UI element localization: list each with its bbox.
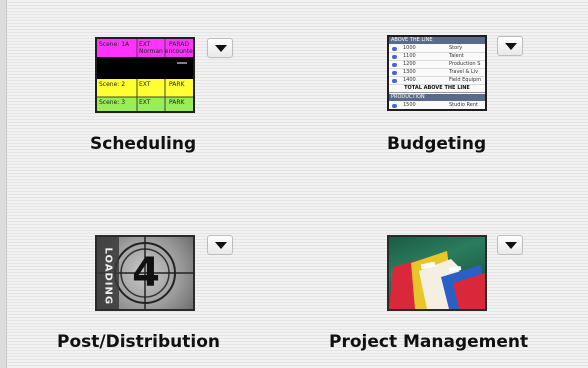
budget-row-bullet-icon <box>392 55 397 59</box>
budget-row-number: 1100 <box>403 53 416 59</box>
strip-location: PARK <box>169 99 185 106</box>
tile-scheduling: Scene: 1A EXT PARAD Norman encounters Sc… <box>75 30 275 170</box>
project-management-thumbnail[interactable] <box>387 235 487 311</box>
schedule-strip-1: Scene: 1A EXT PARAD Norman encounters <box>97 39 193 57</box>
strip-scene-label: Scene: 3 <box>99 99 126 106</box>
budgeting-dropdown-button[interactable] <box>497 36 523 56</box>
budget-row: 1500 Studio Rent <box>389 102 485 109</box>
chevron-down-icon <box>505 43 517 50</box>
budget-section-header: PRODUCTION <box>389 94 485 101</box>
post-distribution-dropdown-button[interactable] <box>207 235 233 255</box>
budget-row-bullet-icon <box>392 63 397 67</box>
scheduling-label[interactable]: Scheduling <box>90 134 196 154</box>
budget-row-number: 1000 <box>403 45 416 51</box>
budget-section-header: ABOVE THE LINE <box>389 37 485 44</box>
budget-row-bullet-icon <box>392 47 397 51</box>
budget-row-bullet-icon <box>392 104 397 108</box>
strip-int-ext: EXT <box>139 41 151 48</box>
loading-text: LOADING <box>102 247 114 306</box>
budget-row: 1200 Production S <box>389 61 485 69</box>
tile-post-distribution: LOADING 4 Post/Distribution <box>55 228 255 368</box>
tile-budgeting: ABOVE THE LINE 1000 Story 1100 Talent 12… <box>365 30 565 170</box>
budget-row-number: 1200 <box>403 61 416 67</box>
chevron-down-icon <box>505 242 517 249</box>
window-left-edge <box>0 0 7 368</box>
budget-row-number: 1400 <box>403 77 416 83</box>
budget-total-row: TOTAL ABOVE THE LINE <box>389 85 485 93</box>
strip-scene-label: Scene: 2 <box>99 81 126 88</box>
file-folders-image <box>389 251 485 309</box>
post-distribution-label[interactable]: Post/Distribution <box>57 332 220 352</box>
tile-project-management: Project Management <box>325 228 528 368</box>
budgeting-label[interactable]: Budgeting <box>387 134 486 154</box>
strip-int-ext: EXT <box>139 99 151 106</box>
strip-location: PARAD <box>169 41 189 48</box>
budget-row-description: Production S <box>449 61 481 67</box>
scheduling-dropdown-button[interactable] <box>207 38 233 58</box>
schedule-strip-3: Scene: 2 EXT PARK <box>97 79 193 97</box>
strip-int-ext: EXT <box>139 81 151 88</box>
strip-scene-label: Scene: 1A <box>99 41 130 48</box>
budget-row-description: Studio Rent <box>449 102 478 108</box>
strip-description: Norman encounters <box>139 48 193 55</box>
budget-row-description: Field Equipm <box>449 77 482 83</box>
budget-row-description: Travel & Liv <box>449 69 479 75</box>
budgeting-thumbnail[interactable]: ABOVE THE LINE 1000 Story 1100 Talent 12… <box>387 35 487 111</box>
project-management-label[interactable]: Project Management <box>329 332 528 352</box>
strip-location: PARK <box>169 81 185 88</box>
budget-row: 1400 Field Equipm <box>389 77 485 85</box>
scheduling-thumbnail[interactable]: Scene: 1A EXT PARAD Norman encounters Sc… <box>95 37 195 113</box>
budget-row: 1300 Travel & Liv <box>389 69 485 77</box>
countdown-number: 4 <box>132 250 160 296</box>
budget-row: 1100 Talent <box>389 53 485 61</box>
chevron-down-icon <box>215 242 227 249</box>
budget-row-description: Talent <box>449 53 464 59</box>
chevron-down-icon <box>215 45 227 52</box>
schedule-strip-4: Scene: 3 EXT PARK <box>97 97 193 111</box>
budget-row: 1000 Story <box>389 45 485 53</box>
budget-row-bullet-icon <box>392 79 397 83</box>
post-distribution-thumbnail[interactable]: LOADING 4 <box>95 235 195 311</box>
project-management-dropdown-button[interactable] <box>497 235 523 255</box>
budget-row-bullet-icon <box>392 71 397 75</box>
budget-row-description: Story <box>449 45 463 51</box>
budget-row-number: 1300 <box>403 69 416 75</box>
budget-row-number: 1500 <box>403 102 416 108</box>
